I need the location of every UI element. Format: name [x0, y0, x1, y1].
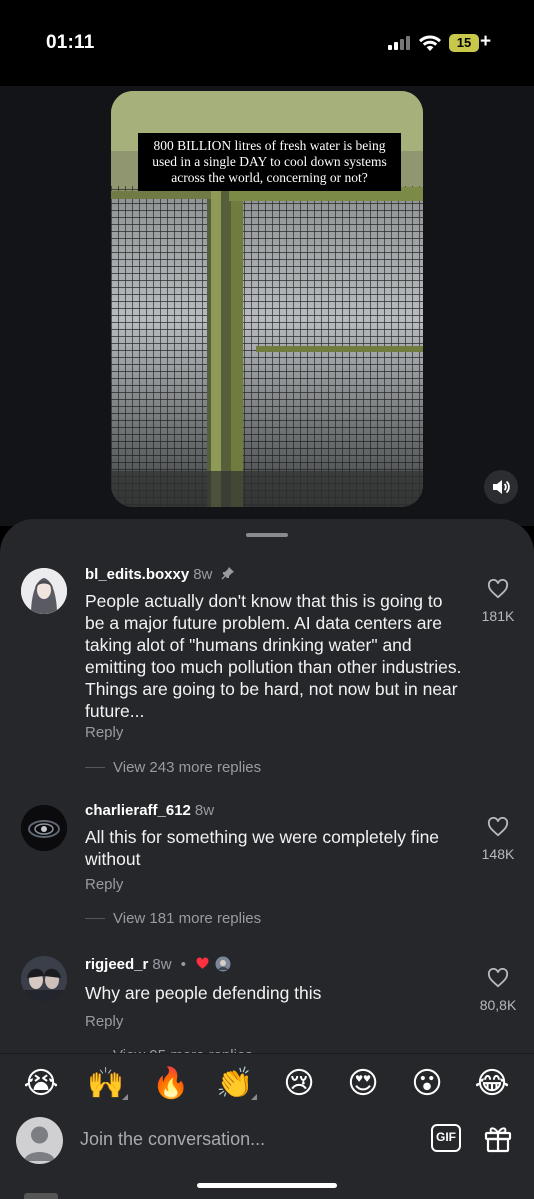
drag-handle[interactable]: [246, 533, 288, 537]
gif-button[interactable]: GIF: [431, 1124, 461, 1152]
comment-input[interactable]: [80, 1126, 400, 1152]
like-button[interactable]: 80,8K: [476, 967, 520, 1013]
separator-dot: •: [180, 956, 186, 973]
keyboard-edge: [24, 1193, 58, 1199]
wifi-icon: [419, 35, 441, 51]
heart-icon: [487, 967, 509, 988]
comment-time: 8w: [194, 802, 215, 819]
video-caption: 800 BILLION litres of fresh water is bei…: [138, 133, 401, 191]
emoji-clapping[interactable]: 👏: [214, 1066, 256, 1102]
reply-button[interactable]: Reply: [85, 1013, 123, 1030]
like-button[interactable]: 181K: [476, 578, 520, 624]
speaker-icon: [493, 480, 510, 494]
home-indicator[interactable]: [197, 1183, 337, 1188]
battery-icon: 15: [449, 34, 479, 52]
view-replies-button[interactable]: View 181 more replies: [113, 910, 261, 927]
avatar-image: [21, 956, 67, 1002]
status-time: 01:11: [46, 32, 95, 53]
pin-icon: [221, 567, 234, 580]
emoji-bar: 😭 🙌 🔥 👏 😢 😍 😮 😂: [0, 1053, 534, 1115]
comment-text: People actually don't know that this is …: [85, 591, 462, 721]
comment-header: bl_edits.boxxy 8w: [85, 566, 235, 583]
view-replies-button[interactable]: View 243 more replies: [113, 759, 261, 776]
like-count: 80,8K: [479, 997, 517, 1013]
emoji-raising-hands[interactable]: 🙌: [85, 1066, 127, 1102]
comment-username[interactable]: charlieraff_612: [85, 802, 191, 819]
skin-tone-indicator: [251, 1094, 257, 1100]
avatar[interactable]: [21, 956, 67, 1002]
comment-header: rigjeed_r 8w •: [85, 956, 231, 973]
comment-username[interactable]: bl_edits.boxxy: [85, 566, 189, 583]
replies-divider: [85, 767, 105, 768]
comment-time: 8w: [152, 956, 172, 973]
default-avatar-icon: [24, 1126, 55, 1161]
heart-icon: [487, 816, 509, 837]
reply-button[interactable]: Reply: [85, 724, 123, 741]
volume-button[interactable]: [484, 470, 518, 504]
comment-header: charlieraff_612 8w: [85, 802, 214, 819]
comment-text: Why are people defending this: [85, 983, 322, 1003]
comment-username[interactable]: rigjeed_r: [85, 956, 148, 973]
gift-icon[interactable]: [483, 1123, 513, 1153]
heart-icon: [487, 578, 509, 599]
reply-button[interactable]: Reply: [85, 876, 123, 893]
like-count: 148K: [481, 846, 515, 862]
emoji-heart-eyes[interactable]: 😍: [342, 1066, 384, 1102]
avatar[interactable]: [21, 805, 67, 851]
avatar-image: [21, 568, 67, 614]
emoji-surprised[interactable]: 😮: [406, 1066, 448, 1102]
avatar[interactable]: [21, 568, 67, 614]
emoji-laughing[interactable]: 😂: [471, 1066, 513, 1102]
video-area: 800 BILLION litres of fresh water is bei…: [0, 86, 534, 526]
replies-divider: [85, 918, 105, 919]
like-button[interactable]: 148K: [476, 816, 520, 862]
like-count: 181K: [481, 608, 515, 624]
emoji-fire[interactable]: 🔥: [150, 1066, 192, 1102]
skin-tone-indicator: [122, 1094, 128, 1100]
emoji-loudly-crying[interactable]: 😭: [20, 1066, 62, 1102]
creator-heart-icon: [196, 957, 209, 969]
charging-indicator: +: [480, 31, 492, 52]
video-player[interactable]: 800 BILLION litres of fresh water is bei…: [111, 91, 423, 507]
user-avatar[interactable]: [16, 1117, 63, 1164]
creator-avatar-icon: [215, 956, 231, 972]
comment-input-bar: GIF: [0, 1110, 534, 1199]
avatar-image: [21, 805, 67, 851]
emoji-crying[interactable]: 😢: [278, 1066, 320, 1102]
comment-time: 8w: [193, 566, 213, 583]
signal-icon: [388, 36, 412, 50]
comment-text: All this for something we were completel…: [85, 827, 440, 869]
status-bar: 01:11 15 +: [0, 0, 534, 86]
